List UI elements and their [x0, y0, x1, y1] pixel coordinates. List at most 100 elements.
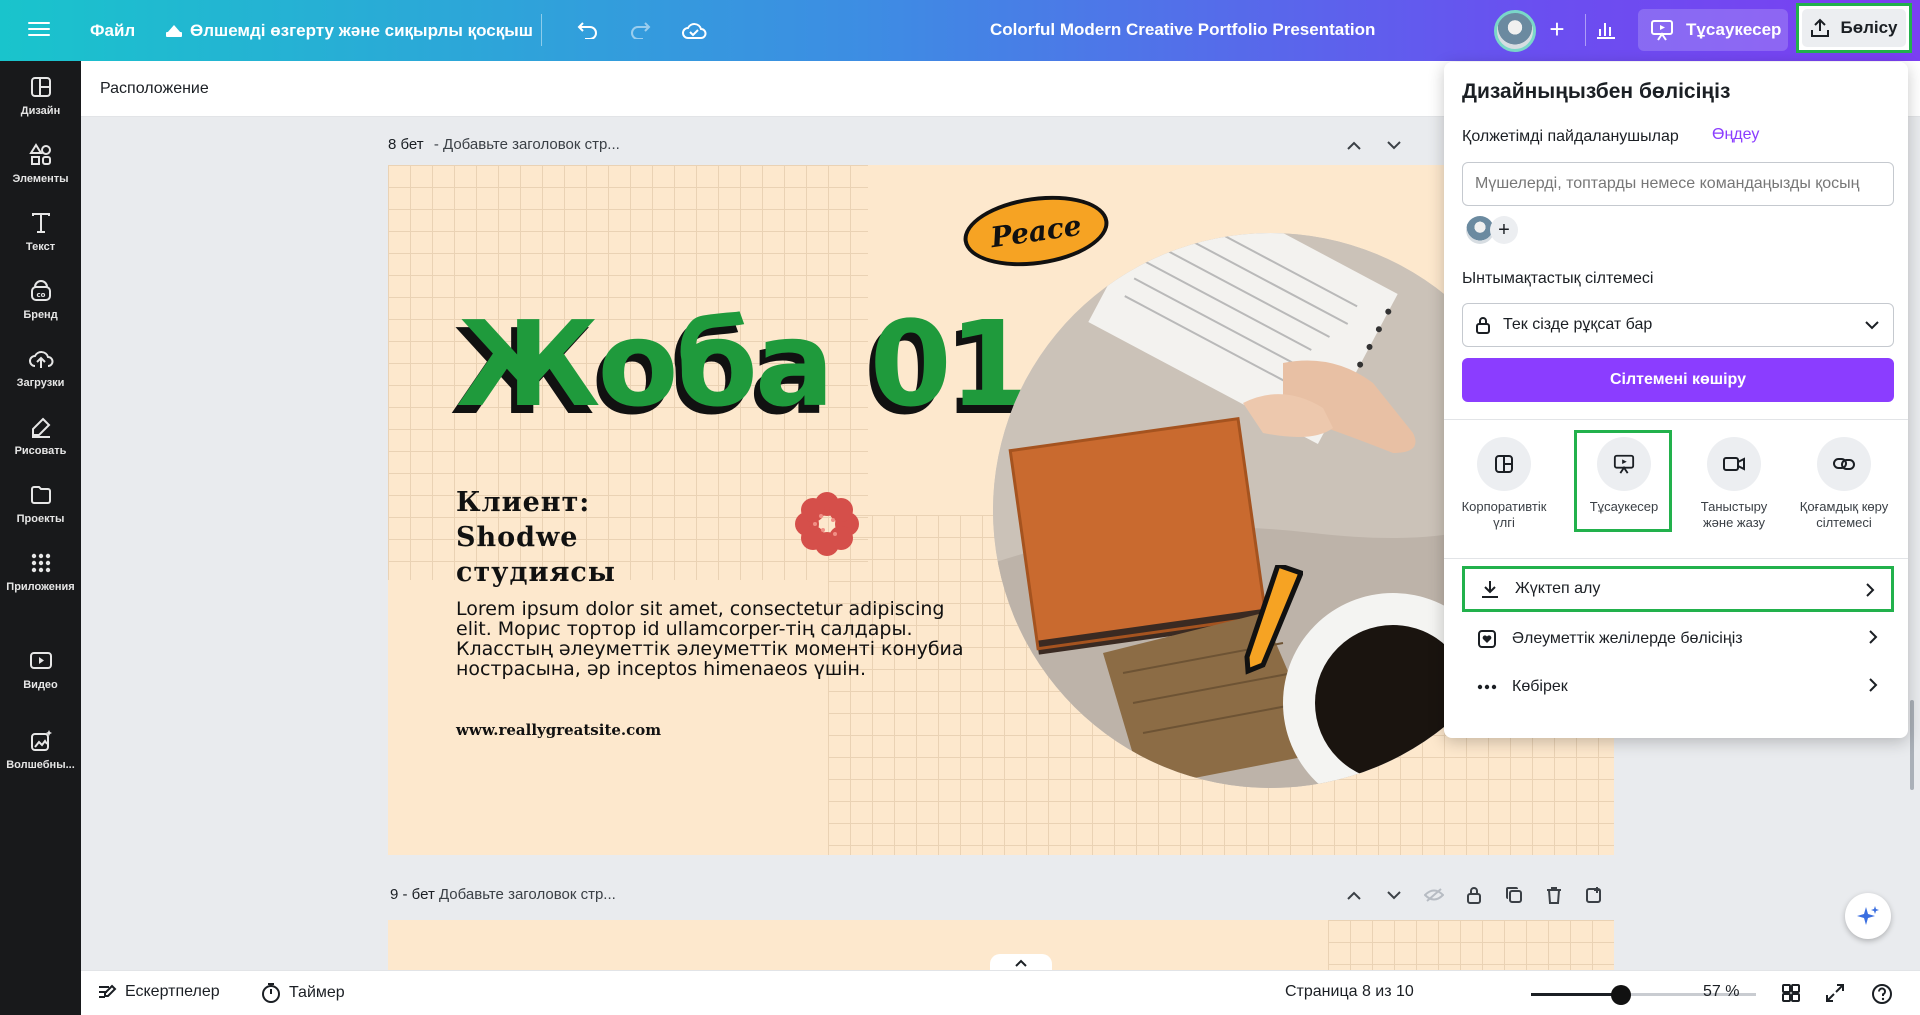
slide-client-text[interactable]: Клиент: Shodwe студиясы — [456, 485, 696, 590]
scrollbar[interactable] — [1910, 700, 1914, 790]
slide-title[interactable]: Жоба 01 — [456, 295, 1031, 433]
bottom-bar: Ескертпелер Таймер Страница 8 из 10 57 % — [81, 970, 1920, 1015]
add-page-icon[interactable] — [1580, 881, 1608, 909]
share-panel-title: Дизайныңызбен бөлісіңіз — [1462, 80, 1731, 103]
chevron-up-icon[interactable] — [1340, 131, 1368, 159]
fullscreen-icon[interactable] — [1825, 983, 1845, 1003]
present-icon — [1651, 20, 1673, 41]
sidebar-item-draw[interactable]: Рисовать — [0, 401, 81, 471]
user-avatar[interactable] — [1494, 10, 1536, 52]
download-label: Жүктеп алу — [1515, 580, 1601, 597]
sidebar-item-uploads[interactable]: Загрузки — [0, 333, 81, 403]
share-option-brand-template[interactable]: Корпоративтік үлгі — [1454, 437, 1554, 531]
sidebar-item-label: Бренд — [23, 309, 58, 321]
slide-website-text[interactable]: www.reallygreatsite.com — [456, 721, 661, 739]
sidebar-item-magic-media[interactable]: Волшебны... — [0, 715, 81, 785]
page-title-input[interactable]: Добавьте заголовок стр... — [439, 886, 616, 903]
zoom-label: 57 % — [1703, 983, 1740, 1000]
divider — [1444, 558, 1908, 559]
record-icon — [1723, 457, 1745, 471]
cloud-saved-icon[interactable] — [676, 12, 712, 48]
sidebar-item-brand[interactable]: co Бренд — [0, 265, 81, 335]
timer-button[interactable]: Таймер — [261, 983, 345, 1003]
grid-view-icon[interactable] — [1781, 983, 1801, 1003]
add-people-input[interactable]: Мүшелерді, топтарды немесе командаңызды … — [1462, 162, 1894, 206]
chevron-down-icon[interactable] — [1380, 131, 1408, 159]
more-row[interactable]: Көбірек — [1462, 664, 1894, 710]
more-dots-icon — [1477, 684, 1497, 690]
redo-icon[interactable] — [622, 12, 658, 48]
page-number: 9 - бет — [390, 886, 435, 903]
download-row[interactable]: Жүктеп алу — [1462, 566, 1894, 612]
sidebar-item-label: Дизайн — [20, 105, 61, 117]
notes-button[interactable]: Ескертпелер — [97, 983, 220, 1001]
file-menu[interactable]: Файл — [90, 9, 135, 53]
lock-icon[interactable] — [1460, 881, 1488, 909]
zoom-slider-knob[interactable] — [1611, 985, 1631, 1005]
page-header: 8 бет - Добавьте заголовок стр... — [388, 136, 620, 153]
sidebar-item-text[interactable]: Текст — [0, 197, 81, 267]
notes-label: Ескертпелер — [125, 983, 220, 1000]
sidebar-item-label: Волшебны... — [6, 759, 75, 771]
add-collaborator-icon[interactable]: + — [1542, 14, 1572, 44]
share-option-present-record[interactable]: Таныстыру және жазу — [1684, 437, 1784, 531]
sidebar-item-elements[interactable]: Элементы — [0, 129, 81, 199]
svg-text:co: co — [36, 291, 45, 299]
zoom-level[interactable]: 57 % — [1703, 983, 1739, 1001]
add-person-icon[interactable]: + — [1490, 216, 1518, 244]
link-access-value: Тек сізде рұқсат бар — [1503, 316, 1653, 333]
sidebar-item-apps[interactable]: Приложения — [0, 537, 81, 607]
undo-icon[interactable] — [570, 12, 606, 48]
chevron-up-icon[interactable] — [1340, 881, 1368, 909]
sidebar-item-label: Элементы — [12, 173, 69, 185]
present-button[interactable]: Тұсаукесер — [1638, 9, 1788, 51]
menu-icon[interactable] — [28, 18, 50, 38]
help-icon[interactable] — [1871, 983, 1893, 1005]
page-tools — [1340, 131, 1408, 159]
share-button[interactable]: Бөлісу — [1796, 3, 1912, 53]
sidebar-item-video[interactable]: Видео — [0, 635, 81, 705]
flower-graphic[interactable] — [793, 490, 861, 558]
sidebar-item-projects[interactable]: Проекты — [0, 469, 81, 539]
edit-access-link[interactable]: Өңдеу — [1712, 126, 1759, 144]
apps-icon — [31, 553, 50, 573]
crown-icon — [166, 25, 182, 37]
layout-icon — [30, 77, 51, 97]
share-panel: Дизайныңызбен бөлісіңіз Қолжетімді пайда… — [1444, 62, 1908, 738]
slide-body-text[interactable]: Lorem ipsum dolor sit amet, consectetur … — [456, 599, 986, 679]
slide-canvas[interactable]: Жоба 01 Клиент: Shodwe студиясы Lorem ip… — [388, 165, 1614, 855]
present-label: Тұсаукесер — [1686, 20, 1782, 39]
sidebar-item-label: Рисовать — [14, 445, 67, 457]
chevron-down-icon — [1865, 320, 1879, 329]
magic-assistant-button[interactable] — [1845, 893, 1891, 939]
link-access-select[interactable]: Тек сізде рұқсат бар — [1462, 303, 1894, 347]
resize-button[interactable]: Өлшемді өзгерту және сиқырлы қосқыш — [166, 9, 533, 53]
chevron-down-icon[interactable] — [1380, 881, 1408, 909]
position-button[interactable]: Расположение — [100, 80, 209, 98]
left-sidebar: Дизайн Элементы Текст co Бренд Загрузки … — [0, 61, 81, 1015]
sidebar-item-label: Видео — [23, 679, 58, 691]
text-icon — [31, 213, 50, 233]
page-counter[interactable]: Страница 8 из 10 — [1285, 983, 1414, 1001]
page-title-input[interactable]: - Добавьте заголовок стр... — [434, 136, 620, 153]
hide-icon[interactable] — [1420, 881, 1448, 909]
heart-share-icon — [1478, 630, 1496, 648]
pencil-graphic — [1244, 565, 1303, 675]
social-share-row[interactable]: Әлеуметтік желілерде бөлісіңіз — [1462, 616, 1894, 662]
copy-link-button[interactable]: Сілтемені көшіру — [1462, 358, 1894, 402]
share-option-public-link[interactable]: Қоғамдық көру сілтемесі — [1794, 437, 1894, 531]
share-upload-icon — [1811, 18, 1830, 37]
peace-badge[interactable]: Peace — [958, 187, 1114, 275]
sparkle-icon — [1857, 906, 1879, 925]
share-label: Бөлісу — [1840, 18, 1898, 37]
template-icon — [1495, 455, 1513, 473]
notes-icon — [99, 984, 117, 998]
duplicate-icon[interactable] — [1500, 881, 1528, 909]
document-title[interactable]: Colorful Modern Creative Portfolio Prese… — [990, 20, 1375, 40]
sidebar-item-design[interactable]: Дизайн — [0, 61, 81, 131]
trash-icon[interactable] — [1540, 881, 1568, 909]
chevron-right-icon — [1866, 583, 1875, 597]
timer-icon — [262, 983, 280, 1003]
top-bar: Файл Өлшемді өзгерту және сиқырлы қосқыш… — [0, 0, 1920, 61]
insights-chart-icon[interactable] — [1586, 9, 1626, 51]
